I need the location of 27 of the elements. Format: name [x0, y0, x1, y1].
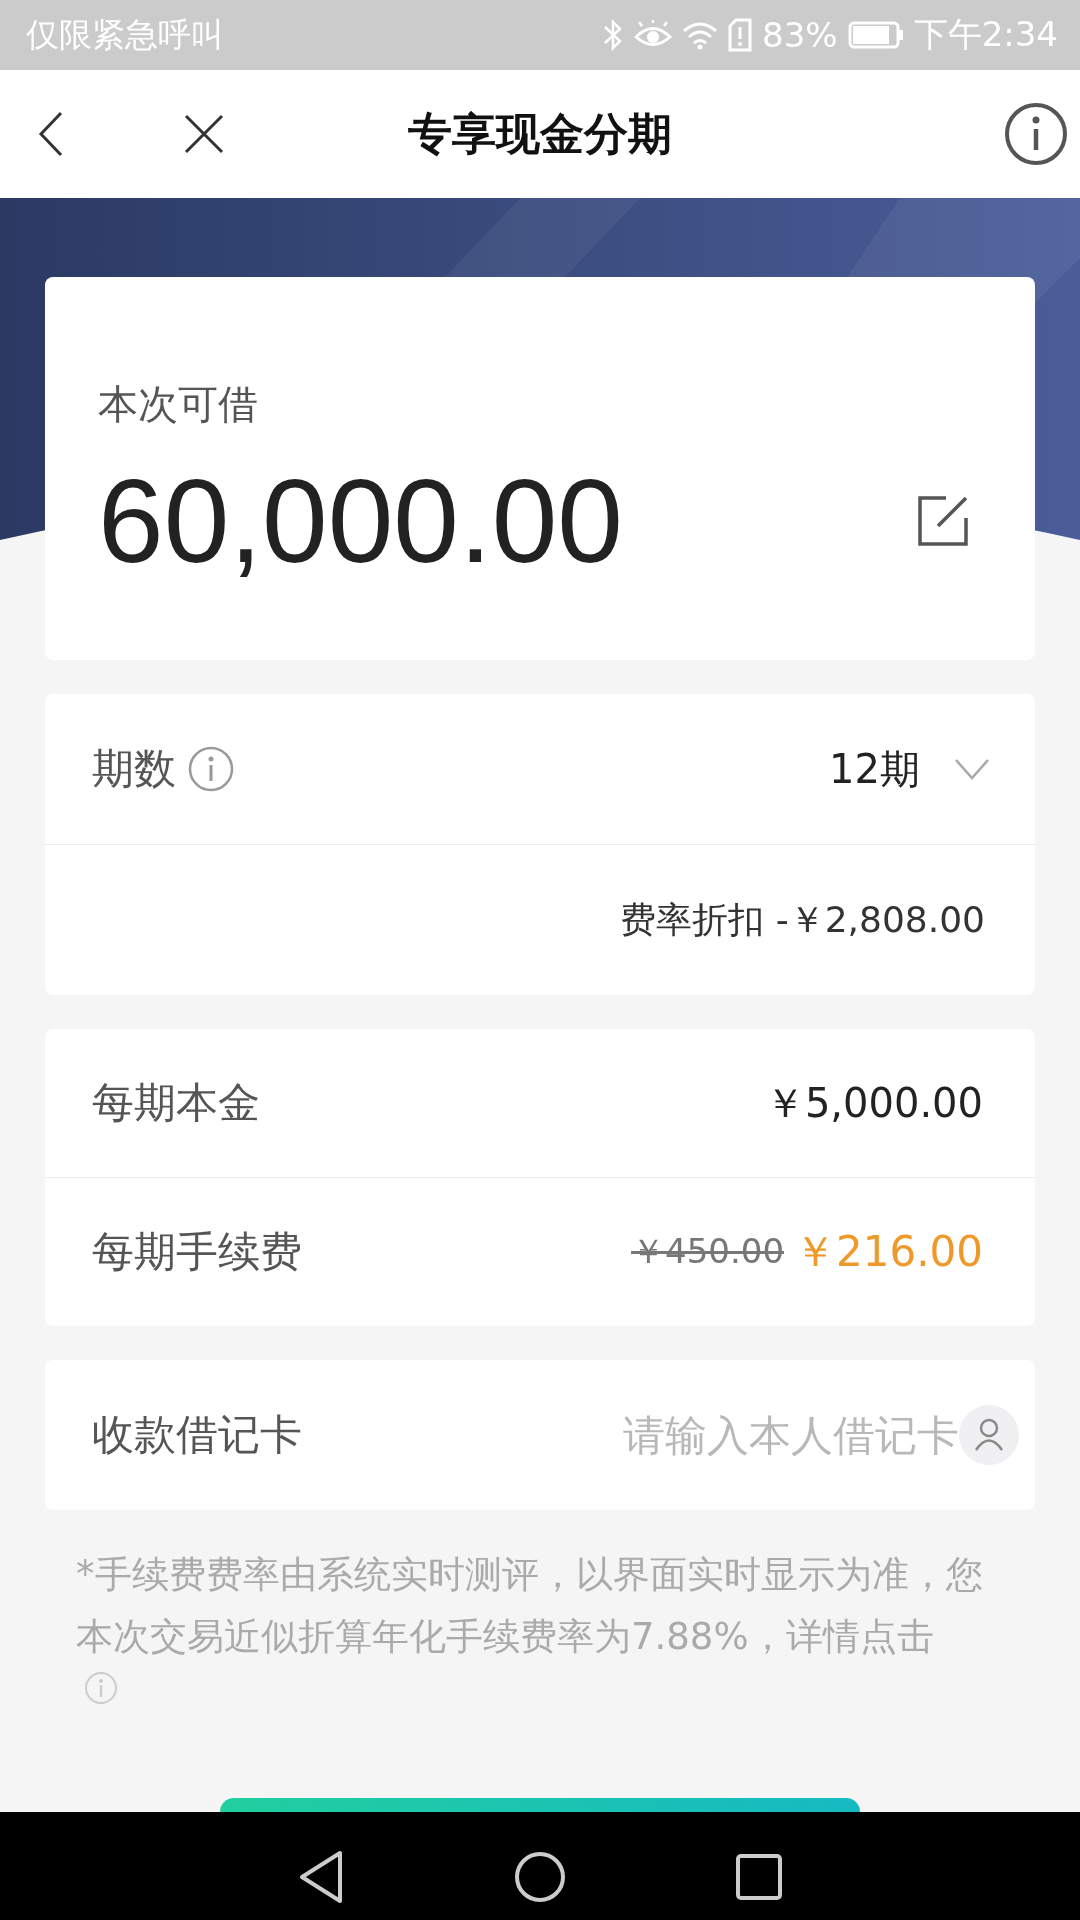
page-title: 专享现金分期 — [408, 106, 672, 161]
debit-card-input[interactable]: 请输入本人借记卡 — [302, 1410, 959, 1460]
term-selector[interactable]: 期数 12期 — [45, 694, 1035, 844]
recent-apps-icon[interactable] — [736, 1854, 782, 1900]
detail-label: 每期手续费 — [92, 1226, 302, 1278]
back-icon[interactable] — [298, 1850, 344, 1904]
info-icon[interactable] — [1004, 102, 1068, 166]
original-fee: ￥450.00 — [631, 1230, 785, 1273]
wifi-icon — [682, 20, 719, 50]
battery-icon — [847, 21, 904, 49]
close-icon[interactable] — [184, 114, 224, 154]
chevron-down-icon — [954, 758, 990, 780]
discounted-fee: ￥216.00 — [794, 1226, 983, 1278]
back-icon[interactable] — [38, 111, 64, 157]
debit-card-label: 收款借记卡 — [92, 1409, 302, 1461]
loan-amount: 60,000.00 — [98, 462, 623, 580]
term-value: 12期 — [829, 744, 920, 794]
term-label: 期数 — [92, 743, 176, 795]
fee-note: *手续费费率由系统实时测评，以界面实时显示为准，您本次交易近似折算年化手续费率为7.88%，详情点击 — [76, 1552, 984, 1660]
fee-discount: 费率折扣 -￥2,808.00 — [620, 897, 985, 942]
person-icon[interactable] — [959, 1405, 1019, 1465]
battery-alert-icon — [728, 18, 753, 52]
edit-icon[interactable] — [916, 494, 970, 548]
detail-value: ￥5,000.00 — [764, 1078, 983, 1128]
detail-label: 每期本金 — [92, 1077, 260, 1129]
amount-label: 本次可借 — [98, 380, 259, 429]
home-icon[interactable] — [514, 1851, 566, 1903]
